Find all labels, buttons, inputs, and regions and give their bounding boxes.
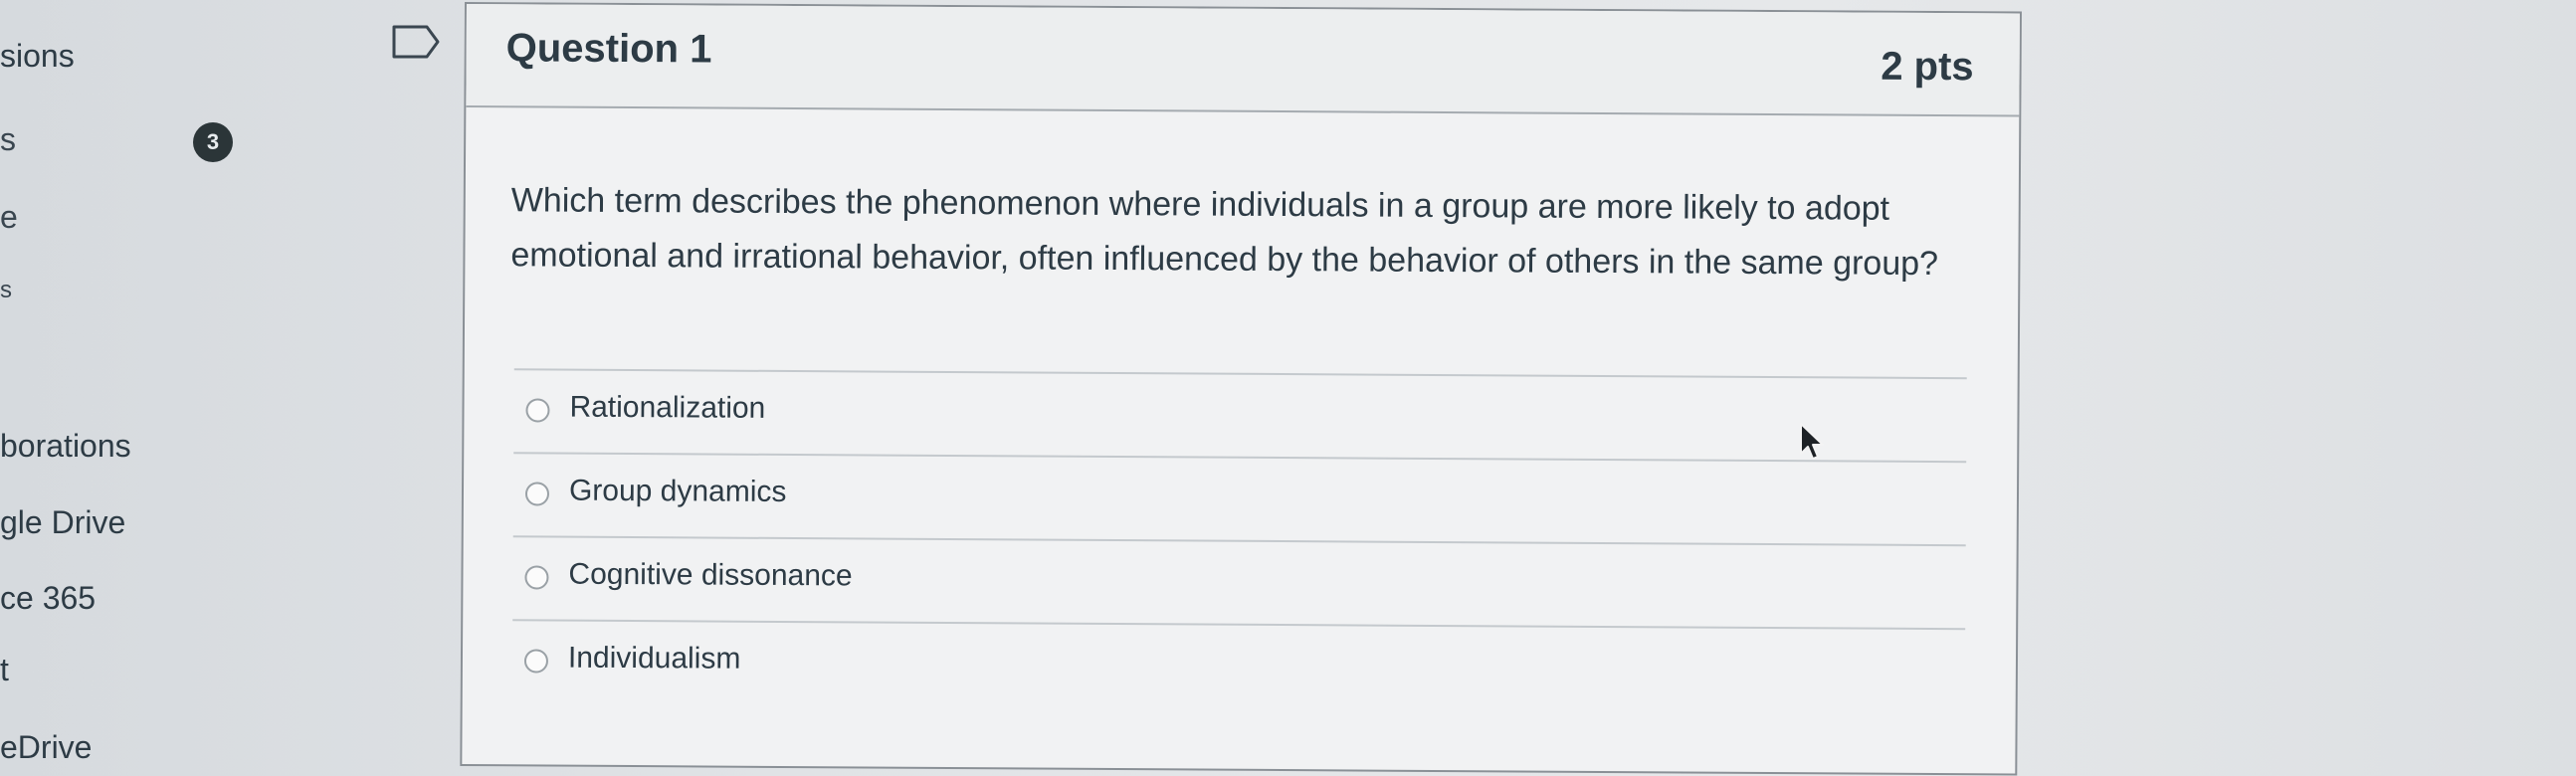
question-card: Question 1 2 pts Which term describes th… xyxy=(460,2,2022,776)
course-navigation-sidebar: sions s 3 e s borations gle Drive ce 365… xyxy=(0,0,478,773)
answer-option[interactable]: Rationalization xyxy=(513,368,1967,462)
sidebar-item-office-365[interactable]: ce 365 xyxy=(0,580,96,617)
sidebar-item-files[interactable]: s xyxy=(0,277,12,304)
sidebar-item-google-drive[interactable]: gle Drive xyxy=(0,504,125,541)
radio-button[interactable] xyxy=(524,565,549,590)
sidebar-item-onedrive[interactable]: eDrive xyxy=(0,729,92,766)
sidebar-item-collaborations[interactable]: borations xyxy=(0,428,131,465)
radio-button[interactable] xyxy=(525,398,550,423)
sidebar-item-people[interactable]: e xyxy=(0,199,18,236)
question-points: 2 pts xyxy=(1881,44,1974,90)
answer-label[interactable]: Group dynamics xyxy=(569,475,787,509)
sidebar-item-discussions[interactable]: sions xyxy=(0,38,75,75)
radio-button[interactable] xyxy=(524,482,550,506)
radio-button[interactable] xyxy=(523,649,549,674)
sidebar-item-chat[interactable]: t xyxy=(0,652,9,688)
answer-option[interactable]: Individualism xyxy=(511,619,1966,712)
answer-label[interactable]: Individualism xyxy=(568,642,741,677)
mouse-cursor-icon xyxy=(1800,423,1824,460)
answer-option[interactable]: Cognitive dissonance xyxy=(512,535,1966,629)
flag-question-icon[interactable] xyxy=(391,24,441,60)
question-text: Which term describes the phenomenon wher… xyxy=(510,181,1939,284)
question-title: Question 1 xyxy=(505,26,712,72)
sidebar-item-grades[interactable]: s xyxy=(0,121,16,158)
question-header: Question 1 2 pts xyxy=(466,4,2020,117)
answer-label[interactable]: Rationalization xyxy=(569,391,765,426)
unread-count-badge: 3 xyxy=(193,122,233,162)
answer-label[interactable]: Cognitive dissonance xyxy=(568,558,852,594)
answer-list: Rationalization Group dynamics Cognitive… xyxy=(511,368,1967,712)
answer-option[interactable]: Group dynamics xyxy=(512,452,1967,545)
